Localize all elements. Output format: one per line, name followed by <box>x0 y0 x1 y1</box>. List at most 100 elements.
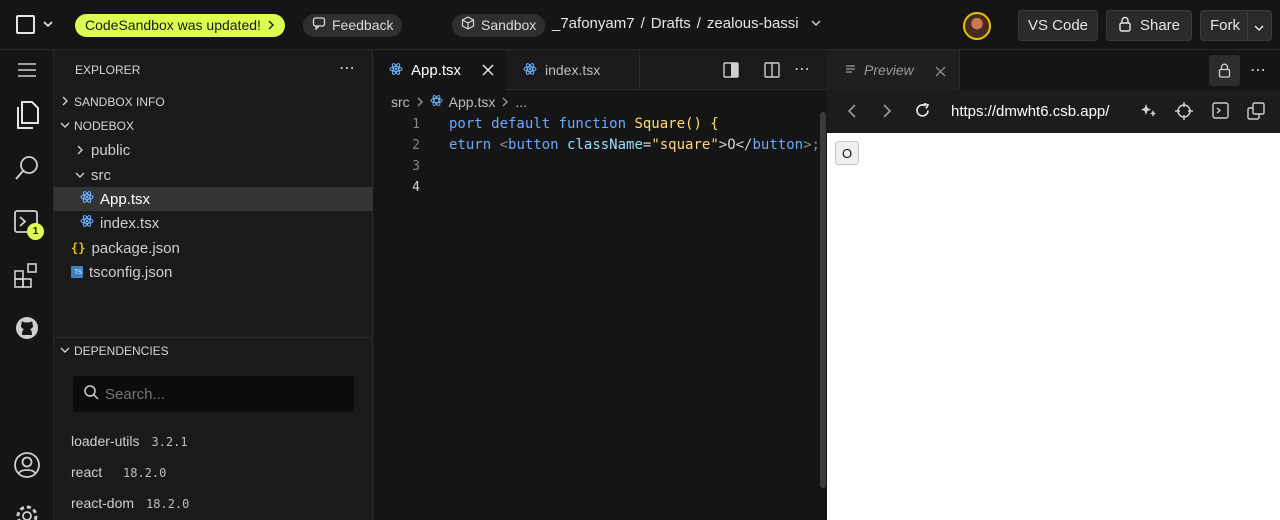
code-line[interactable]: 2 eturn <button className="square">O</bu… <box>374 135 827 156</box>
tab-index-tsx[interactable]: index.tsx <box>506 50 640 90</box>
close-icon[interactable] <box>935 64 946 80</box>
close-icon[interactable] <box>482 63 494 79</box>
chevron-right-icon <box>75 142 85 159</box>
crosshair-icon[interactable] <box>1175 102 1193 125</box>
refresh-icon[interactable] <box>914 102 931 124</box>
search-activity-button[interactable] <box>11 152 43 184</box>
sandbox-info-section[interactable]: SANDBOX INFO <box>54 91 373 113</box>
preview-url[interactable]: https://dmwht6.csb.app/ <box>951 103 1109 120</box>
breadcrumb-item[interactable]: App.tsx <box>449 94 496 110</box>
open-new-window-icon[interactable] <box>1247 102 1265 125</box>
tab-app-tsx[interactable]: App.tsx <box>374 50 506 90</box>
sandbox-info-label: SANDBOX INFO <box>74 95 165 109</box>
tree-item-label: public <box>91 141 131 159</box>
update-notice-pill[interactable]: CodeSandbox was updated! <box>75 14 285 37</box>
explorer-activity-button[interactable] <box>11 99 43 131</box>
path-separator: / <box>640 15 645 32</box>
tree-item-public[interactable]: public <box>54 138 373 162</box>
more-actions-icon[interactable]: ⋯ <box>794 59 810 79</box>
extensions-activity-button[interactable] <box>11 259 43 291</box>
back-arrow-icon[interactable] <box>847 104 857 123</box>
chevron-down-icon <box>60 119 70 133</box>
github-activity-button[interactable] <box>11 312 43 344</box>
json-icon: {} <box>71 241 86 255</box>
tree-item-src[interactable]: src <box>54 163 373 187</box>
breadcrumb-item[interactable]: ... <box>515 94 527 110</box>
toggle-sidebar-icon[interactable] <box>723 62 739 83</box>
tree-item-index-tsx[interactable]: index.tsx <box>54 211 373 235</box>
tree-item-label: App.tsx <box>100 190 151 208</box>
dependency-search-field[interactable] <box>73 376 354 412</box>
notification-badge: 1 <box>27 223 44 240</box>
forward-arrow-icon[interactable] <box>882 104 892 123</box>
react-icon <box>80 190 94 208</box>
dependencies-section[interactable]: DEPENDENCIES <box>54 340 373 362</box>
divider <box>1247 11 1248 40</box>
console-icon[interactable] <box>1212 102 1229 124</box>
code-line[interactable]: 3 <box>374 156 827 177</box>
avatar[interactable] <box>963 12 991 40</box>
account-activity-button[interactable] <box>11 449 43 481</box>
tree-item-app-tsx[interactable]: App.tsx <box>54 187 373 211</box>
share-button[interactable]: Share <box>1106 10 1192 41</box>
react-icon <box>389 62 403 79</box>
menu-button[interactable] <box>16 15 53 34</box>
menu-icon <box>18 63 36 77</box>
chevron-down-icon <box>811 15 821 32</box>
top-bar: CodeSandbox was updated! Feedback Sandbo… <box>0 0 1280 50</box>
dependency-version: 3.2.1 <box>151 435 188 449</box>
account-icon <box>14 452 40 478</box>
nodebox-section[interactable]: NODEBOX <box>54 115 373 137</box>
settings-activity-button[interactable] <box>11 500 43 520</box>
fork-label: Fork <box>1210 17 1240 34</box>
dependency-item[interactable]: react 18.2.0 <box>71 464 166 480</box>
tree-item-tsconfig-json[interactable]: TS tsconfig.json <box>54 260 373 284</box>
path-folder: Drafts <box>650 15 691 32</box>
path-sandbox-name: zealous-bassi <box>706 15 799 32</box>
code-keyword: eturn <box>449 137 500 153</box>
dependency-name: react <box>71 464 103 480</box>
fork-button[interactable]: Fork <box>1200 10 1272 41</box>
square-button[interactable]: O <box>835 141 859 165</box>
dependency-search-input[interactable] <box>105 385 325 403</box>
code-function-name: Square <box>634 116 686 132</box>
chevron-right-icon <box>501 94 509 110</box>
gear-icon <box>16 505 38 520</box>
more-actions-icon[interactable]: ⋯ <box>1250 60 1266 80</box>
activity-bar: 1 <box>0 50 54 520</box>
feedback-button[interactable]: Feedback <box>303 14 403 37</box>
dependency-item[interactable]: react-dom 18.2.0 <box>71 495 189 511</box>
editor-scrollbar[interactable] <box>820 112 826 488</box>
explorer-panel: EXPLORER ⋯ SANDBOX INFO NODEBOX public s… <box>54 50 373 520</box>
code-keyword: port default <box>449 116 559 132</box>
react-icon <box>523 62 537 79</box>
chevron-down-icon[interactable] <box>1254 20 1264 37</box>
preview-panel: Preview ⋯ https://dmwht6.csb.app/ O <box>827 50 1280 520</box>
tree-item-label: src <box>91 166 111 184</box>
nodebox-label: NODEBOX <box>74 119 135 133</box>
code-tag: button <box>752 137 804 153</box>
lock-icon <box>1218 63 1231 78</box>
dependency-item[interactable]: loader-utils 3.2.1 <box>71 433 188 449</box>
tab-preview[interactable]: Preview <box>827 50 960 90</box>
chat-icon <box>312 14 326 37</box>
sandbox-label: Sandbox <box>481 17 537 33</box>
github-icon <box>16 317 38 339</box>
lock-preview-button[interactable] <box>1209 55 1240 86</box>
more-actions-icon[interactable]: ⋯ <box>339 58 356 78</box>
breadcrumb-item[interactable]: src <box>391 94 410 110</box>
sandbox-path[interactable]: _7afonyam7 / Drafts / zealous-bassi <box>552 15 821 32</box>
sandbox-badge[interactable]: Sandbox <box>452 14 546 37</box>
split-editor-icon[interactable] <box>764 62 780 83</box>
code-keyword: function <box>558 116 635 132</box>
open-in-vscode-button[interactable]: VS Code <box>1018 10 1098 41</box>
code-line[interactable]: 4 <box>374 177 827 198</box>
tab-label: Preview <box>864 62 914 78</box>
sparkle-icon[interactable] <box>1140 102 1157 124</box>
hamburger-menu-button[interactable] <box>11 54 43 86</box>
tab-label: index.tsx <box>545 62 601 78</box>
files-icon <box>17 101 39 129</box>
tree-item-package-json[interactable]: {} package.json <box>54 236 373 260</box>
code-line[interactable]: 1 port default function Square() { <box>374 114 827 135</box>
terminal-activity-button[interactable]: 1 <box>11 206 44 240</box>
